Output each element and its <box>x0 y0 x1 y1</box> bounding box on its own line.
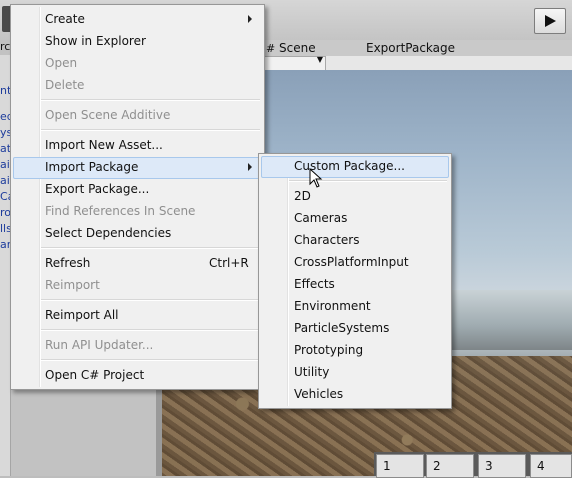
menu-item-open[interactable]: Open <box>45 53 77 73</box>
import-package-submenu: Custom Package... 2D Cameras Characters … <box>258 153 452 409</box>
menu-gutter <box>287 156 289 406</box>
menu-separator <box>41 359 260 361</box>
hierarchy-item[interactable]: lls <box>0 222 10 234</box>
tab-scene-label: Scene <box>279 41 316 55</box>
menu-item-delete[interactable]: Delete <box>45 75 84 95</box>
submenu-item-utility[interactable]: Utility <box>294 362 329 382</box>
tab-scene[interactable]: # Scene <box>266 40 316 56</box>
hierarchy-item[interactable]: ys <box>0 126 10 138</box>
menu-separator <box>41 99 260 101</box>
submenu-item-characters[interactable]: Characters <box>294 230 360 250</box>
submenu-item-prototyping[interactable]: Prototyping <box>294 340 363 360</box>
menu-separator <box>41 329 260 331</box>
menu-item-find-references[interactable]: Find References In Scene <box>45 201 195 221</box>
grid-icon: # <box>266 42 276 55</box>
menu-separator <box>41 299 260 301</box>
layer-button-2[interactable]: 2 <box>426 454 474 478</box>
menu-item-reimport[interactable]: Reimport <box>45 275 100 295</box>
submenu-item-effects[interactable]: Effects <box>294 274 335 294</box>
menu-item-import-package[interactable]: Import Package <box>45 157 138 177</box>
play-button[interactable] <box>534 8 566 34</box>
submenu-arrow-icon <box>248 163 252 171</box>
menu-item-create[interactable]: Create <box>45 9 85 29</box>
hierarchy-item[interactable]: ro <box>0 206 10 218</box>
menu-item-refresh[interactable]: Refresh <box>45 253 90 273</box>
menu-separator <box>41 247 260 249</box>
layer-button-4[interactable]: 4 <box>530 454 572 478</box>
menu-separator <box>41 129 260 131</box>
menu-item-open-scene-additive[interactable]: Open Scene Additive <box>45 105 170 125</box>
mouse-cursor-icon <box>309 168 323 188</box>
submenu-arrow-icon <box>248 15 252 23</box>
hierarchy-item[interactable]: ata <box>0 142 10 154</box>
menu-item-run-api-updater[interactable]: Run API Updater... <box>45 335 153 355</box>
submenu-item-particlesystems[interactable]: ParticleSystems <box>294 318 389 338</box>
menu-item-open-csharp-project[interactable]: Open C# Project <box>45 365 144 385</box>
hierarchy-item[interactable]: ar <box>0 238 10 250</box>
menu-item-reimport-all[interactable]: Reimport All <box>45 305 119 325</box>
submenu-item-environment[interactable]: Environment <box>294 296 371 316</box>
submenu-item-2d[interactable]: 2D <box>294 186 311 206</box>
menu-item-select-dependencies[interactable]: Select Dependencies <box>45 223 171 243</box>
context-menu: Create Show in Explorer Open Delete Open… <box>10 4 265 390</box>
hierarchy-item[interactable]: ai <box>0 174 10 186</box>
hierarchy-item[interactable]: ntr <box>0 84 10 96</box>
menu-item-export-package[interactable]: Export Package... <box>45 179 149 199</box>
refresh-shortcut: Ctrl+R <box>209 256 249 270</box>
submenu-item-vehicles[interactable]: Vehicles <box>294 384 343 404</box>
layer-button-1[interactable]: 1 <box>376 454 424 478</box>
menu-item-show-in-explorer[interactable]: Show in Explorer <box>45 31 146 51</box>
layer-button-3[interactable]: 3 <box>478 454 526 478</box>
hierarchy-item[interactable]: ai <box>0 158 10 170</box>
hierarchy-item[interactable]: ed <box>0 110 10 122</box>
tab-export-package[interactable]: ExportPackage <box>366 40 455 56</box>
chevron-down-icon: ▼ <box>316 55 323 64</box>
hierarchy-item[interactable]: Ca <box>0 190 10 202</box>
submenu-item-crossplatforminput[interactable]: CrossPlatformInput <box>294 252 409 272</box>
menu-item-import-new-asset[interactable]: Import New Asset... <box>45 135 163 155</box>
shading-mode-dropdown[interactable]: ▼ <box>262 55 326 71</box>
submenu-item-cameras[interactable]: Cameras <box>294 208 347 228</box>
